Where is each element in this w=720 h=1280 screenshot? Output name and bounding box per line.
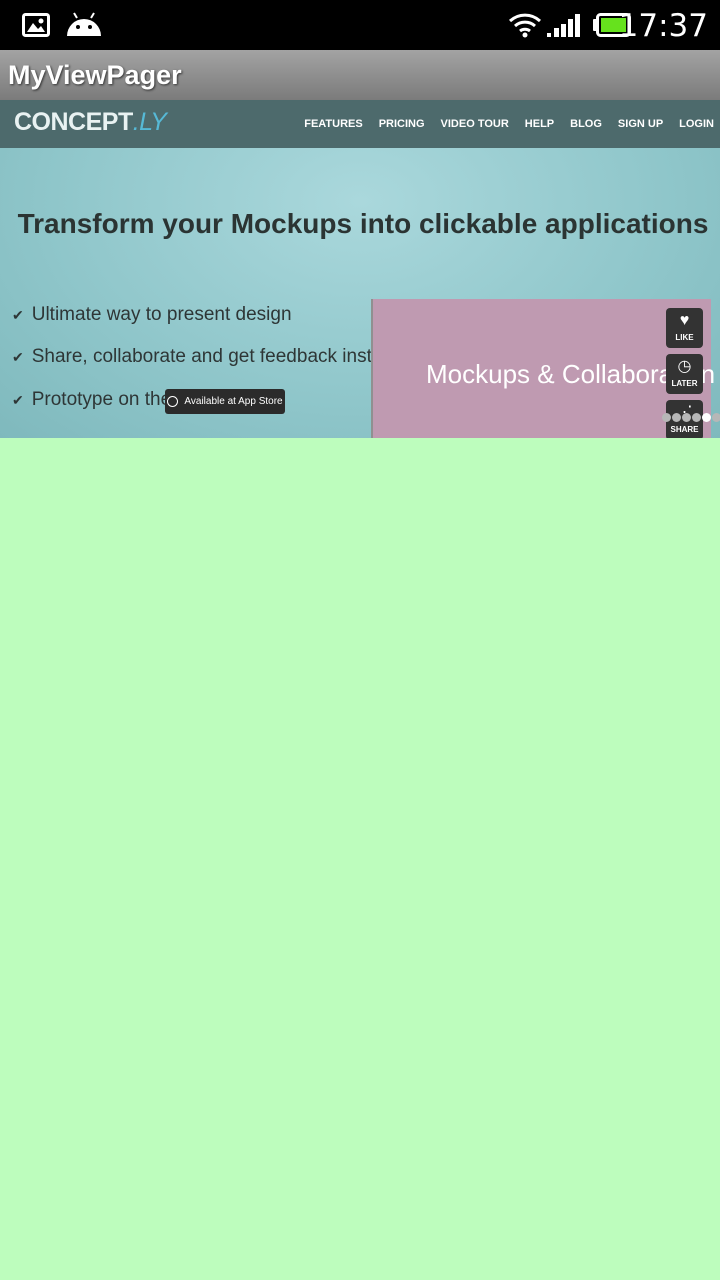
logo-suffix: .LY xyxy=(132,108,167,136)
site-logo: CONCEPT.LY xyxy=(14,108,167,137)
pager-page[interactable]: CONCEPT.LY FEATURES PRICING VIDEO TOUR H… xyxy=(0,100,720,438)
share-label: SHARE xyxy=(670,425,699,434)
nav-link-features: FEATURES xyxy=(304,118,363,130)
nav-link-pricing: PRICING xyxy=(378,118,425,130)
clock-icon: ◷ xyxy=(677,358,692,375)
nav-link-help: HELP xyxy=(524,118,555,130)
like-button[interactable]: ♥ LIKE xyxy=(666,308,703,348)
later-button[interactable]: ◷ LATER xyxy=(666,354,703,394)
bullet-item: ✔ Share, collaborate and get feedback ins… xyxy=(12,346,416,368)
page-dot[interactable] xyxy=(662,413,671,422)
like-label: LIKE xyxy=(675,333,694,342)
page-dot[interactable] xyxy=(692,413,701,422)
page-dot[interactable] xyxy=(682,413,691,422)
later-label: LATER xyxy=(671,379,698,388)
page-indicator xyxy=(662,413,720,422)
gallery-icon xyxy=(22,0,50,50)
android-icon xyxy=(66,0,102,50)
mockups-panel: Mockups & Collaboration xyxy=(371,299,715,438)
action-bar: MyViewPager xyxy=(0,50,720,100)
status-bar: 17:37 xyxy=(0,0,720,50)
bullet-item: ✔ Ultimate way to present design xyxy=(12,304,292,326)
app-store-badge: Available at App Store xyxy=(165,389,285,414)
app-store-icon xyxy=(167,396,179,407)
page-dot[interactable] xyxy=(712,413,720,422)
app-title: MyViewPager xyxy=(8,60,182,90)
nav-link-login: LOGIN xyxy=(679,118,714,130)
page-headline: Transform your Mockups into clickable ap… xyxy=(17,208,709,239)
wifi-icon xyxy=(508,0,542,50)
bullet-text: Ultimate way to present design xyxy=(31,304,292,325)
site-nav-links: FEATURES PRICING VIDEO TOUR HELP BLOG SI… xyxy=(288,100,714,148)
nav-link-sign-up: SIGN UP xyxy=(617,118,664,130)
page-dot[interactable] xyxy=(672,413,681,422)
signal-icon xyxy=(546,0,580,50)
nav-link-video-tour: VIDEO TOUR xyxy=(440,118,509,130)
status-clock: 17:37 xyxy=(618,8,708,44)
nav-link-blog: BLOG xyxy=(570,118,602,130)
check-icon: ✔ xyxy=(12,349,24,365)
heart-icon: ♥ xyxy=(679,312,690,329)
page-dot-active[interactable] xyxy=(702,413,711,422)
logo-text: CONCEPT xyxy=(14,108,133,136)
check-icon: ✔ xyxy=(12,307,24,323)
bullet-text: Share, collaborate and get feedback inst… xyxy=(31,346,416,367)
app-store-label: Available at App Store xyxy=(184,396,283,407)
check-icon: ✔ xyxy=(12,392,24,408)
site-nav: CONCEPT.LY FEATURES PRICING VIDEO TOUR H… xyxy=(0,100,720,148)
